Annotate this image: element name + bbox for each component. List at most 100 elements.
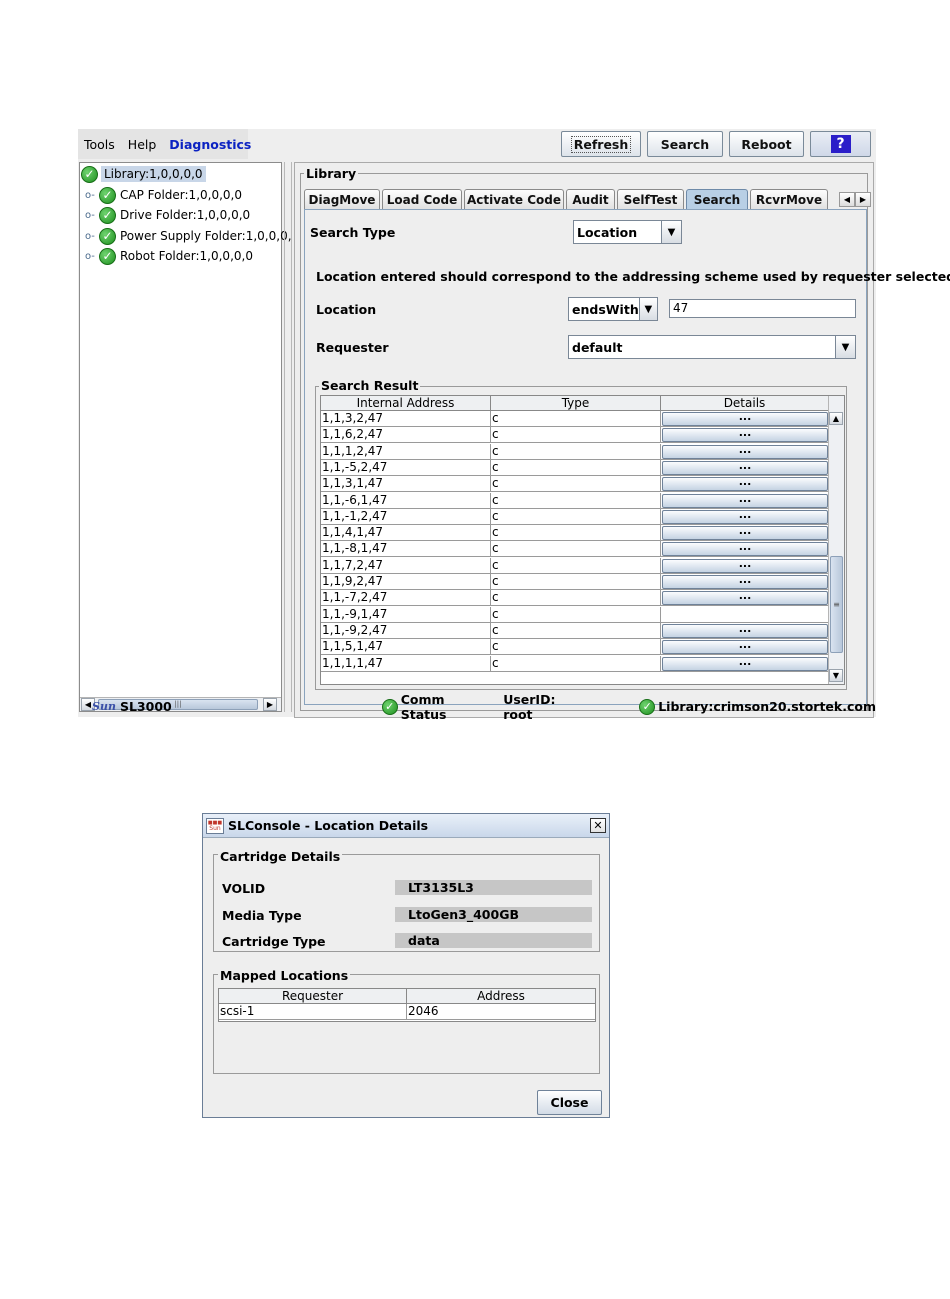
volid-value: LT3135L3 <box>395 880 592 895</box>
tree-expand-icon[interactable]: o- <box>85 231 99 242</box>
tab-load-code[interactable]: Load Code <box>382 189 462 209</box>
tab-diagmove[interactable]: DiagMove <box>304 189 380 209</box>
menu-diagnostics[interactable]: Diagnostics <box>169 137 251 152</box>
tree-node-library[interactable]: ✓ Library:1,0,0,0,0 <box>81 164 206 184</box>
tree-node-cap-folder[interactable]: o- ✓ CAP Folder:1,0,0,0,0 <box>85 185 242 205</box>
search-result-title: Search Result <box>319 378 421 393</box>
chevron-down-icon[interactable]: ▼ <box>661 221 681 243</box>
table-row[interactable]: 1,1,1,2,47 c... <box>321 443 829 460</box>
type-cell: c <box>491 606 661 623</box>
table-row[interactable]: 1,1,4,1,47 c... <box>321 525 829 542</box>
menu-help[interactable]: Help <box>128 137 157 152</box>
internal-address-cell: 1,1,1,2,47 <box>321 443 491 460</box>
column-header-internal-address[interactable]: Internal Address <box>321 396 491 411</box>
details-button[interactable]: ... <box>662 525 828 541</box>
location-details-dialog: ■■■ Sun SLConsole - Location Details ✕ C… <box>202 813 610 1118</box>
dialog-title-bar[interactable]: ■■■ Sun SLConsole - Location Details ✕ <box>203 814 609 838</box>
details-button[interactable]: ... <box>662 541 828 557</box>
tree-expand-icon[interactable]: o- <box>85 210 99 221</box>
table-row[interactable]: 1,1,-1,2,47 c... <box>321 508 829 525</box>
table-row[interactable]: 1,1,5,1,47 c... <box>321 639 829 656</box>
status-ok-icon: ✓ <box>99 186 116 204</box>
details-button[interactable]: ... <box>662 444 828 459</box>
address-cell: 2046 <box>407 1004 595 1020</box>
table-row[interactable]: 1,1,-8,1,47 c... <box>321 541 829 558</box>
location-input[interactable]: 47 <box>669 299 856 318</box>
details-button[interactable]: ... <box>662 509 828 524</box>
tree-node-drive-folder[interactable]: o- ✓ Drive Folder:1,0,0,0,0 <box>85 205 250 225</box>
scroll-down-icon[interactable]: ▼ <box>829 669 843 682</box>
search-tab-panel: Search Type Location ▼ Location entered … <box>304 209 950 705</box>
details-button[interactable]: ... <box>662 427 828 443</box>
scrollbar-thumb[interactable]: ≡ <box>830 556 843 653</box>
comm-status-ok-icon: ✓ <box>381 698 398 715</box>
table-row[interactable]: 1,1,3,2,47 c... <box>321 411 829 427</box>
close-icon[interactable]: ✕ <box>590 818 606 833</box>
details-button[interactable]: ... <box>662 558 828 573</box>
tree-node-robot-folder[interactable]: o- ✓ Robot Folder:1,0,0,0,0 <box>85 246 253 266</box>
tab-activate-code[interactable]: Activate Code <box>464 189 564 209</box>
requester-dropdown[interactable]: default ▼ <box>568 335 856 359</box>
comm-status-label: Comm Status <box>400 691 447 722</box>
details-button[interactable]: ... <box>662 623 828 638</box>
column-header-details[interactable]: Details <box>661 396 829 411</box>
details-button[interactable]: ... <box>662 590 828 606</box>
tree-expand-icon[interactable]: o- <box>85 251 99 262</box>
reboot-button[interactable]: Reboot <box>729 131 804 157</box>
media-type-value: LtoGen3_400GB <box>395 907 592 922</box>
tab-search[interactable]: Search <box>686 189 748 209</box>
help-button[interactable]: ? <box>810 131 871 157</box>
internal-address-cell: 1,1,-8,1,47 <box>321 541 491 558</box>
tab-rcvrmove[interactable]: RcvrMove <box>750 189 828 209</box>
column-header-requester[interactable]: Requester <box>219 989 407 1004</box>
tab-scroll-left-icon[interactable]: ◀ <box>839 192 855 207</box>
details-button[interactable]: ... <box>662 656 828 671</box>
type-cell: c <box>491 525 661 542</box>
chevron-down-icon[interactable]: ▼ <box>835 336 855 358</box>
details-button[interactable]: ... <box>662 493 828 508</box>
split-pane-divider[interactable] <box>284 162 292 712</box>
details-button[interactable]: ... <box>662 476 828 492</box>
details-button[interactable]: ... <box>662 574 828 589</box>
table-row[interactable]: 1,1,-9,1,47 c <box>321 606 829 623</box>
tree-node-label: CAP Folder:1,0,0,0,0 <box>120 188 242 202</box>
search-type-dropdown[interactable]: Location ▼ <box>573 220 682 244</box>
tree-expand-icon[interactable]: o- <box>85 190 99 201</box>
table-row[interactable]: 1,1,1,1,47 c... <box>321 655 829 672</box>
status-ok-icon: ✓ <box>99 227 116 245</box>
details-button[interactable]: ... <box>662 411 828 426</box>
scroll-up-icon[interactable]: ▲ <box>829 412 843 425</box>
details-button[interactable]: ... <box>662 639 828 655</box>
location-instruction: Location entered should correspond to th… <box>316 269 950 284</box>
table-row[interactable]: 1,1,6,2,47 c... <box>321 427 829 444</box>
table-row[interactable]: 1,1,-7,2,47 c... <box>321 590 829 607</box>
search-type-label: Search Type <box>310 225 396 240</box>
table-row[interactable]: scsi-1 2046 <box>219 1004 595 1020</box>
table-row[interactable]: 1,1,9,2,47 c... <box>321 574 829 590</box>
table-row[interactable]: 1,1,-6,1,47 c... <box>321 492 829 509</box>
table-row[interactable]: 1,1,7,2,47 c... <box>321 557 829 574</box>
table-row[interactable]: 1,1,3,1,47 c... <box>321 476 829 493</box>
requester-value: default <box>572 339 623 355</box>
details-button[interactable]: ... <box>662 460 828 475</box>
location-operator-dropdown[interactable]: endsWith ▼ <box>568 297 658 321</box>
tree-node-power-supply-folder[interactable]: o- ✓ Power Supply Folder:1,0,0,0, <box>85 226 292 246</box>
tab-selftest[interactable]: SelfTest <box>617 189 684 209</box>
column-header-type[interactable]: Type <box>491 396 661 411</box>
mapped-locations-title: Mapped Locations <box>218 968 351 983</box>
table-row[interactable]: 1,1,-9,2,47 c... <box>321 622 829 639</box>
close-button[interactable]: Close <box>537 1090 602 1115</box>
product-name: SL3000 <box>119 699 172 714</box>
menu-tools[interactable]: Tools <box>84 137 115 152</box>
tab-scroll-right-icon[interactable]: ▶ <box>855 192 871 207</box>
column-header-address[interactable]: Address <box>407 989 595 1004</box>
chevron-down-icon[interactable]: ▼ <box>638 298 657 320</box>
tab-audit[interactable]: Audit <box>566 189 615 209</box>
search-button[interactable]: Search <box>647 131 723 157</box>
slconsole-app-icon: ■■■ Sun <box>206 817 224 834</box>
search-type-value: Location <box>577 224 638 240</box>
mapped-locations-table: Requester Address scsi-1 2046 <box>218 988 596 1022</box>
table-vertical-scrollbar[interactable]: ▲ ≡ ▼ <box>828 396 844 684</box>
table-row[interactable]: 1,1,-5,2,47 c... <box>321 459 829 476</box>
refresh-button[interactable]: Refresh <box>561 131 641 157</box>
